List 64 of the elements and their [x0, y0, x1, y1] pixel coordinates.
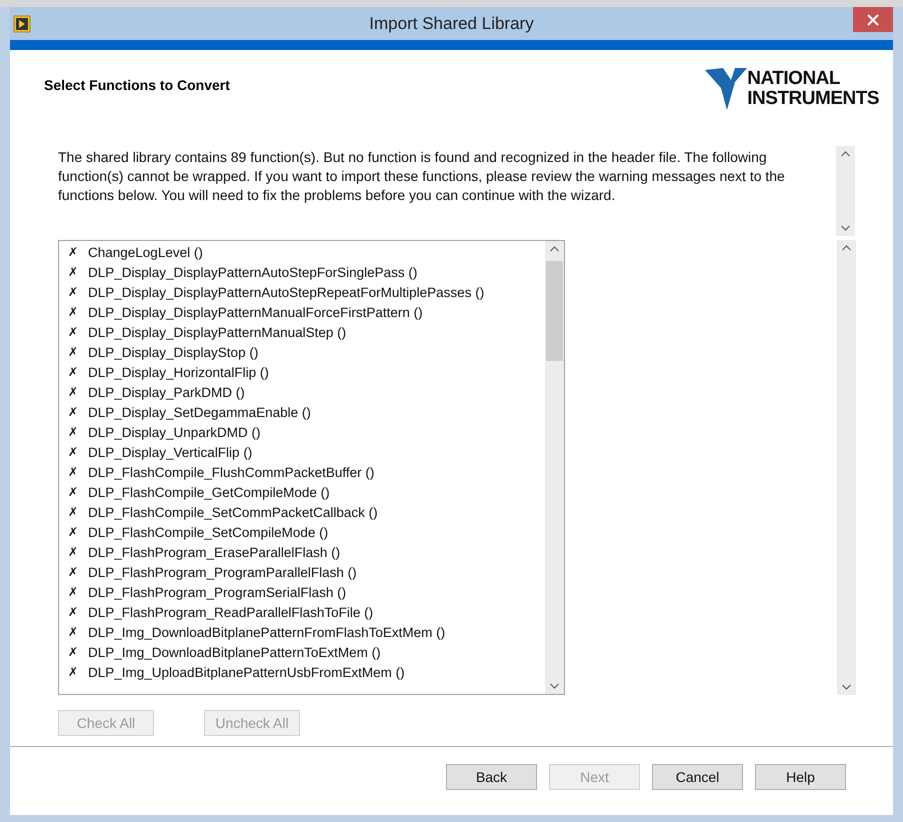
function-item[interactable]: DLP_FlashProgram_ProgramSerialFlash () — [88, 584, 346, 600]
chevron-down-icon[interactable] — [841, 225, 850, 231]
scroll-thumb[interactable] — [546, 261, 563, 361]
function-item[interactable]: ChangeLogLevel () — [88, 244, 203, 260]
function-item[interactable]: DLP_Display_ParkDMD () — [88, 384, 245, 400]
cross-mark: ✗ — [68, 605, 79, 619]
chevron-down-icon[interactable] — [842, 684, 851, 690]
cross-mark: ✗ — [68, 405, 79, 419]
wizard-button[interactable]: Back — [446, 764, 537, 790]
cross-mark: ✗ — [68, 585, 79, 599]
function-item[interactable]: DLP_Display_VerticalFlip () — [88, 444, 252, 460]
function-item[interactable]: DLP_Img_DownloadBitplanePatternFromFlashToExtMem () — [88, 624, 446, 640]
cross-mark: ✗ — [68, 565, 79, 579]
window-title: Import Shared Library — [369, 14, 534, 34]
chevron-up-icon[interactable] — [841, 151, 850, 157]
function-item[interactable]: DLP_Display_DisplayPatternAutoStepRepeatForMultiplePasses () — [88, 284, 484, 300]
scrollbar[interactable] — [836, 146, 855, 236]
function-item[interactable]: DLP_Display_DisplayPatternAutoStepForSinglePass () — [88, 264, 418, 280]
function-item[interactable]: DLP_Display_DisplayPatternManualStep () — [88, 324, 346, 340]
wizard-button[interactable]: Help — [755, 764, 846, 790]
function-item[interactable]: DLP_Display_SetDegammaEnable () — [88, 404, 311, 420]
cross-mark: ✗ — [68, 525, 79, 539]
cross-mark: ✗ — [68, 625, 79, 639]
cross-mark: ✗ — [68, 385, 79, 399]
cross-mark: ✗ — [68, 445, 79, 459]
wizard-button[interactable]: Cancel — [652, 764, 743, 790]
close-button[interactable] — [853, 7, 893, 32]
function-item[interactable]: DLP_FlashProgram_ReadParallelFlashToFile () — [88, 604, 374, 620]
function-item[interactable]: DLP_Display_UnparkDMD () — [88, 424, 261, 440]
cross-mark: ✗ — [68, 485, 79, 499]
cross-mark: ✗ — [68, 505, 79, 519]
list-scrollbar[interactable] — [545, 241, 564, 694]
cross-mark: ✗ — [68, 325, 79, 339]
function-item[interactable]: DLP_Img_UploadBitplanePatternUsbFromExtMem () — [88, 664, 405, 680]
function-item[interactable]: DLP_Display_DisplayStop () — [88, 344, 258, 360]
cross-mark: ✗ — [68, 245, 79, 259]
logo: NATIONAL INSTRUMENTS — [705, 66, 879, 112]
cross-mark: ✗ — [68, 665, 79, 679]
cross-mark: ✗ — [68, 545, 79, 559]
cross-mark: ✗ — [68, 645, 79, 659]
cross-mark: ✗ — [68, 345, 79, 359]
function-item[interactable]: DLP_Display_DisplayPatternManualForceFirstPattern () — [88, 304, 423, 320]
cross-mark: ✗ — [68, 425, 79, 439]
cross-mark: ✗ — [68, 365, 79, 379]
chevron-up-icon[interactable] — [842, 245, 851, 251]
cross-mark: ✗ — [68, 465, 79, 479]
cross-mark: ✗ — [68, 265, 79, 279]
function-item[interactable]: DLP_FlashCompile_FlushCommPacketBuffer () — [88, 464, 374, 480]
close-icon — [867, 14, 879, 26]
app-icon — [13, 14, 31, 32]
function-item[interactable]: DLP_FlashCompile_SetCompileMode () — [88, 524, 328, 540]
chevron-up-icon[interactable] — [550, 246, 559, 252]
page-heading: Select Functions to Convert — [44, 77, 230, 93]
description-text: The shared library contains 89 function(s). But no function is found and recognized in the header file. The following function(s) cannot be wrapped. If you want to import these functions, please review the warning messages next to the functions below. You will need to fix the problems before you can continue with the wizard. — [58, 148, 786, 205]
function-item[interactable]: DLP_FlashCompile_GetCompileMode () — [88, 484, 330, 500]
function-item[interactable]: DLP_Display_HorizontalFlip () — [88, 364, 269, 380]
function-item[interactable]: DLP_FlashProgram_EraseParallelFlash () — [88, 544, 340, 560]
scrollbar[interactable] — [837, 240, 856, 695]
cross-mark: ✗ — [68, 305, 79, 319]
function-item[interactable]: DLP_Img_DownloadBitplanePatternToExtMem () — [88, 644, 381, 660]
function-item[interactable]: DLP_FlashProgram_ProgramParallelFlash () — [88, 564, 357, 580]
function-item[interactable]: DLP_FlashCompile_SetCommPacketCallback () — [88, 504, 378, 520]
chevron-down-icon[interactable] — [550, 683, 559, 689]
cross-mark: ✗ — [68, 285, 79, 299]
